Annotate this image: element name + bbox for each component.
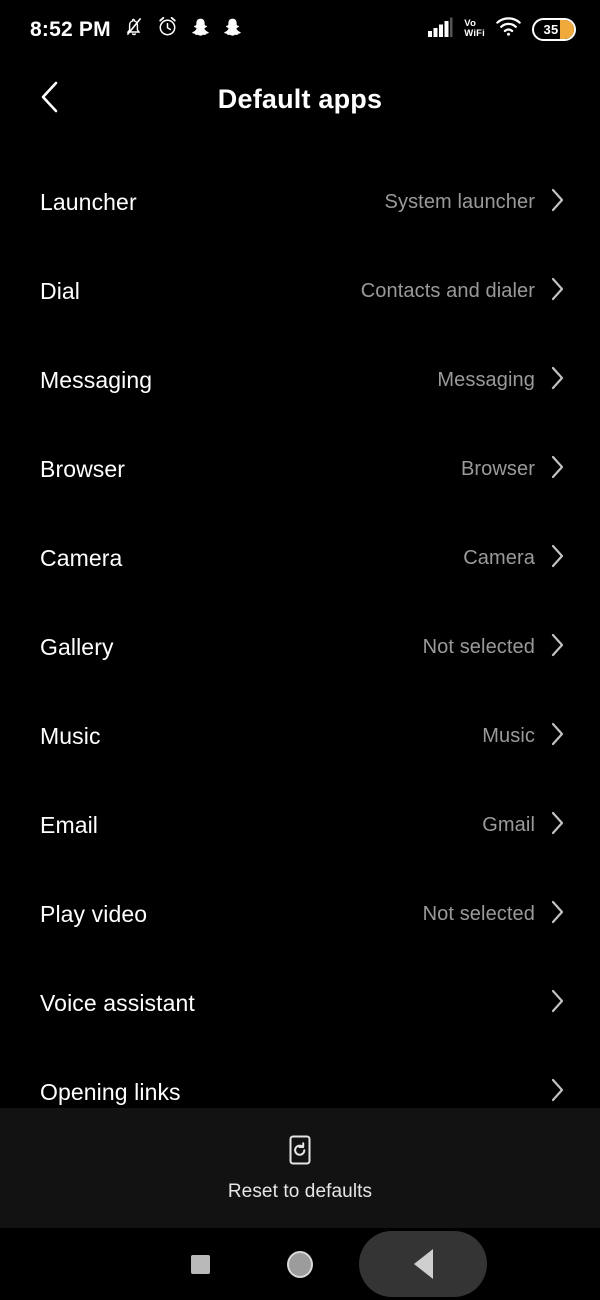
chevron-right-icon xyxy=(548,898,566,931)
restore-defaults-icon xyxy=(286,1134,314,1171)
triangle-back-icon xyxy=(413,1249,433,1279)
list-item-value: Browser xyxy=(460,458,535,480)
list-item-label: Play video xyxy=(40,901,148,927)
list-item-right xyxy=(535,987,566,1020)
navigation-bar xyxy=(0,1228,600,1300)
alarm-icon xyxy=(157,16,178,42)
wifi-icon xyxy=(496,17,521,41)
reset-to-defaults-label: Reset to defaults xyxy=(227,1180,373,1202)
recents-button[interactable] xyxy=(176,1240,224,1288)
list-item-label: Browser xyxy=(40,456,126,482)
chevron-right-icon xyxy=(548,631,566,664)
list-item-label: Launcher xyxy=(40,189,137,215)
list-item-label: Gallery xyxy=(40,634,114,660)
list-item-label: Dial xyxy=(40,278,81,304)
list-item[interactable]: Browser Browser xyxy=(0,425,600,514)
list-item-label: Camera xyxy=(40,545,123,571)
notifications-muted-icon xyxy=(124,16,144,42)
default-apps-list: Launcher System launcher Dial Contacts and … xyxy=(0,140,600,1108)
list-item-right: System launcher xyxy=(385,186,566,219)
list-item-value: Not selected xyxy=(422,903,535,925)
square-recents-icon xyxy=(190,1254,210,1274)
back-button[interactable] xyxy=(26,75,74,123)
list-item[interactable]: Launcher System launcher xyxy=(0,158,600,247)
chevron-left-icon xyxy=(37,80,63,119)
list-item-value: Not selected xyxy=(422,636,535,658)
nav-back-button[interactable] xyxy=(359,1231,487,1297)
status-bar-right: Vo WiFi 35 xyxy=(428,17,576,42)
list-item-label: Messaging xyxy=(40,367,153,393)
snapchat-icon xyxy=(223,17,242,42)
list-item-right xyxy=(535,1076,566,1108)
page-title: Default apps xyxy=(217,83,383,114)
list-item-right: Messaging xyxy=(437,364,566,397)
list-item[interactable]: Opening links xyxy=(0,1048,600,1108)
list-item-value: Messaging xyxy=(437,369,535,391)
home-button[interactable] xyxy=(276,1240,324,1288)
list-item[interactable]: Dial Contacts and dialer xyxy=(0,247,600,336)
list-item-value: Contacts and dialer xyxy=(360,280,535,302)
list-item-label: Email xyxy=(40,812,99,838)
list-item-right: Camera xyxy=(463,542,566,575)
chevron-right-icon xyxy=(548,542,566,575)
list-item[interactable]: Voice assistant xyxy=(0,959,600,1048)
chevron-right-icon xyxy=(548,275,566,308)
chevron-right-icon xyxy=(548,720,566,753)
list-item[interactable]: Messaging Messaging xyxy=(0,336,600,425)
list-item-right: Contacts and dialer xyxy=(361,275,566,308)
list-item[interactable]: Gallery Not selected xyxy=(0,603,600,692)
status-bar-left: 8:52 PM xyxy=(30,16,242,42)
status-bar: 8:52 PM Vo WiFi 35 xyxy=(0,0,600,58)
cellular-signal-icon xyxy=(428,17,453,42)
list-item-label: Music xyxy=(40,723,101,749)
chevron-right-icon xyxy=(548,987,566,1020)
list-item-label: Voice assistant xyxy=(40,990,195,1016)
chevron-right-icon xyxy=(548,1076,566,1108)
battery-level-text: 35 xyxy=(543,21,559,37)
list-item[interactable]: Music Music xyxy=(0,692,600,781)
status-bar-clock: 8:52 PM xyxy=(30,17,111,41)
volte-wifi-indicator: Vo WiFi xyxy=(464,19,485,39)
chevron-right-icon xyxy=(548,186,566,219)
vowifi-line-2: WiFi xyxy=(464,28,485,39)
battery-fill xyxy=(560,19,574,39)
snapchat-icon xyxy=(191,17,210,42)
phone-screen: 8:52 PM Vo WiFi 35 Default apps Launcher… xyxy=(0,0,600,1300)
list-item-value: Gmail xyxy=(482,814,535,836)
battery-indicator: 35 xyxy=(532,17,576,41)
circle-home-icon xyxy=(287,1250,313,1278)
list-item-value: System launcher xyxy=(384,191,535,213)
chevron-right-icon xyxy=(548,364,566,397)
list-item-right: Music xyxy=(482,720,566,753)
reset-to-defaults-button[interactable]: Reset to defaults xyxy=(0,1108,600,1228)
list-item-right: Not selected xyxy=(423,631,566,664)
list-item-label: Opening links xyxy=(40,1079,181,1105)
list-item-right: Gmail xyxy=(482,809,566,842)
list-item-value: Camera xyxy=(463,547,535,569)
list-item-value: Music xyxy=(482,725,535,747)
list-item[interactable]: Email Gmail xyxy=(0,781,600,870)
list-item-right: Not selected xyxy=(423,898,566,931)
list-item[interactable]: Play video Not selected xyxy=(0,870,600,959)
chevron-right-icon xyxy=(548,453,566,486)
list-item[interactable]: Camera Camera xyxy=(0,514,600,603)
app-bar: Default apps xyxy=(0,58,600,140)
chevron-right-icon xyxy=(548,809,566,842)
list-item-right: Browser xyxy=(461,453,566,486)
